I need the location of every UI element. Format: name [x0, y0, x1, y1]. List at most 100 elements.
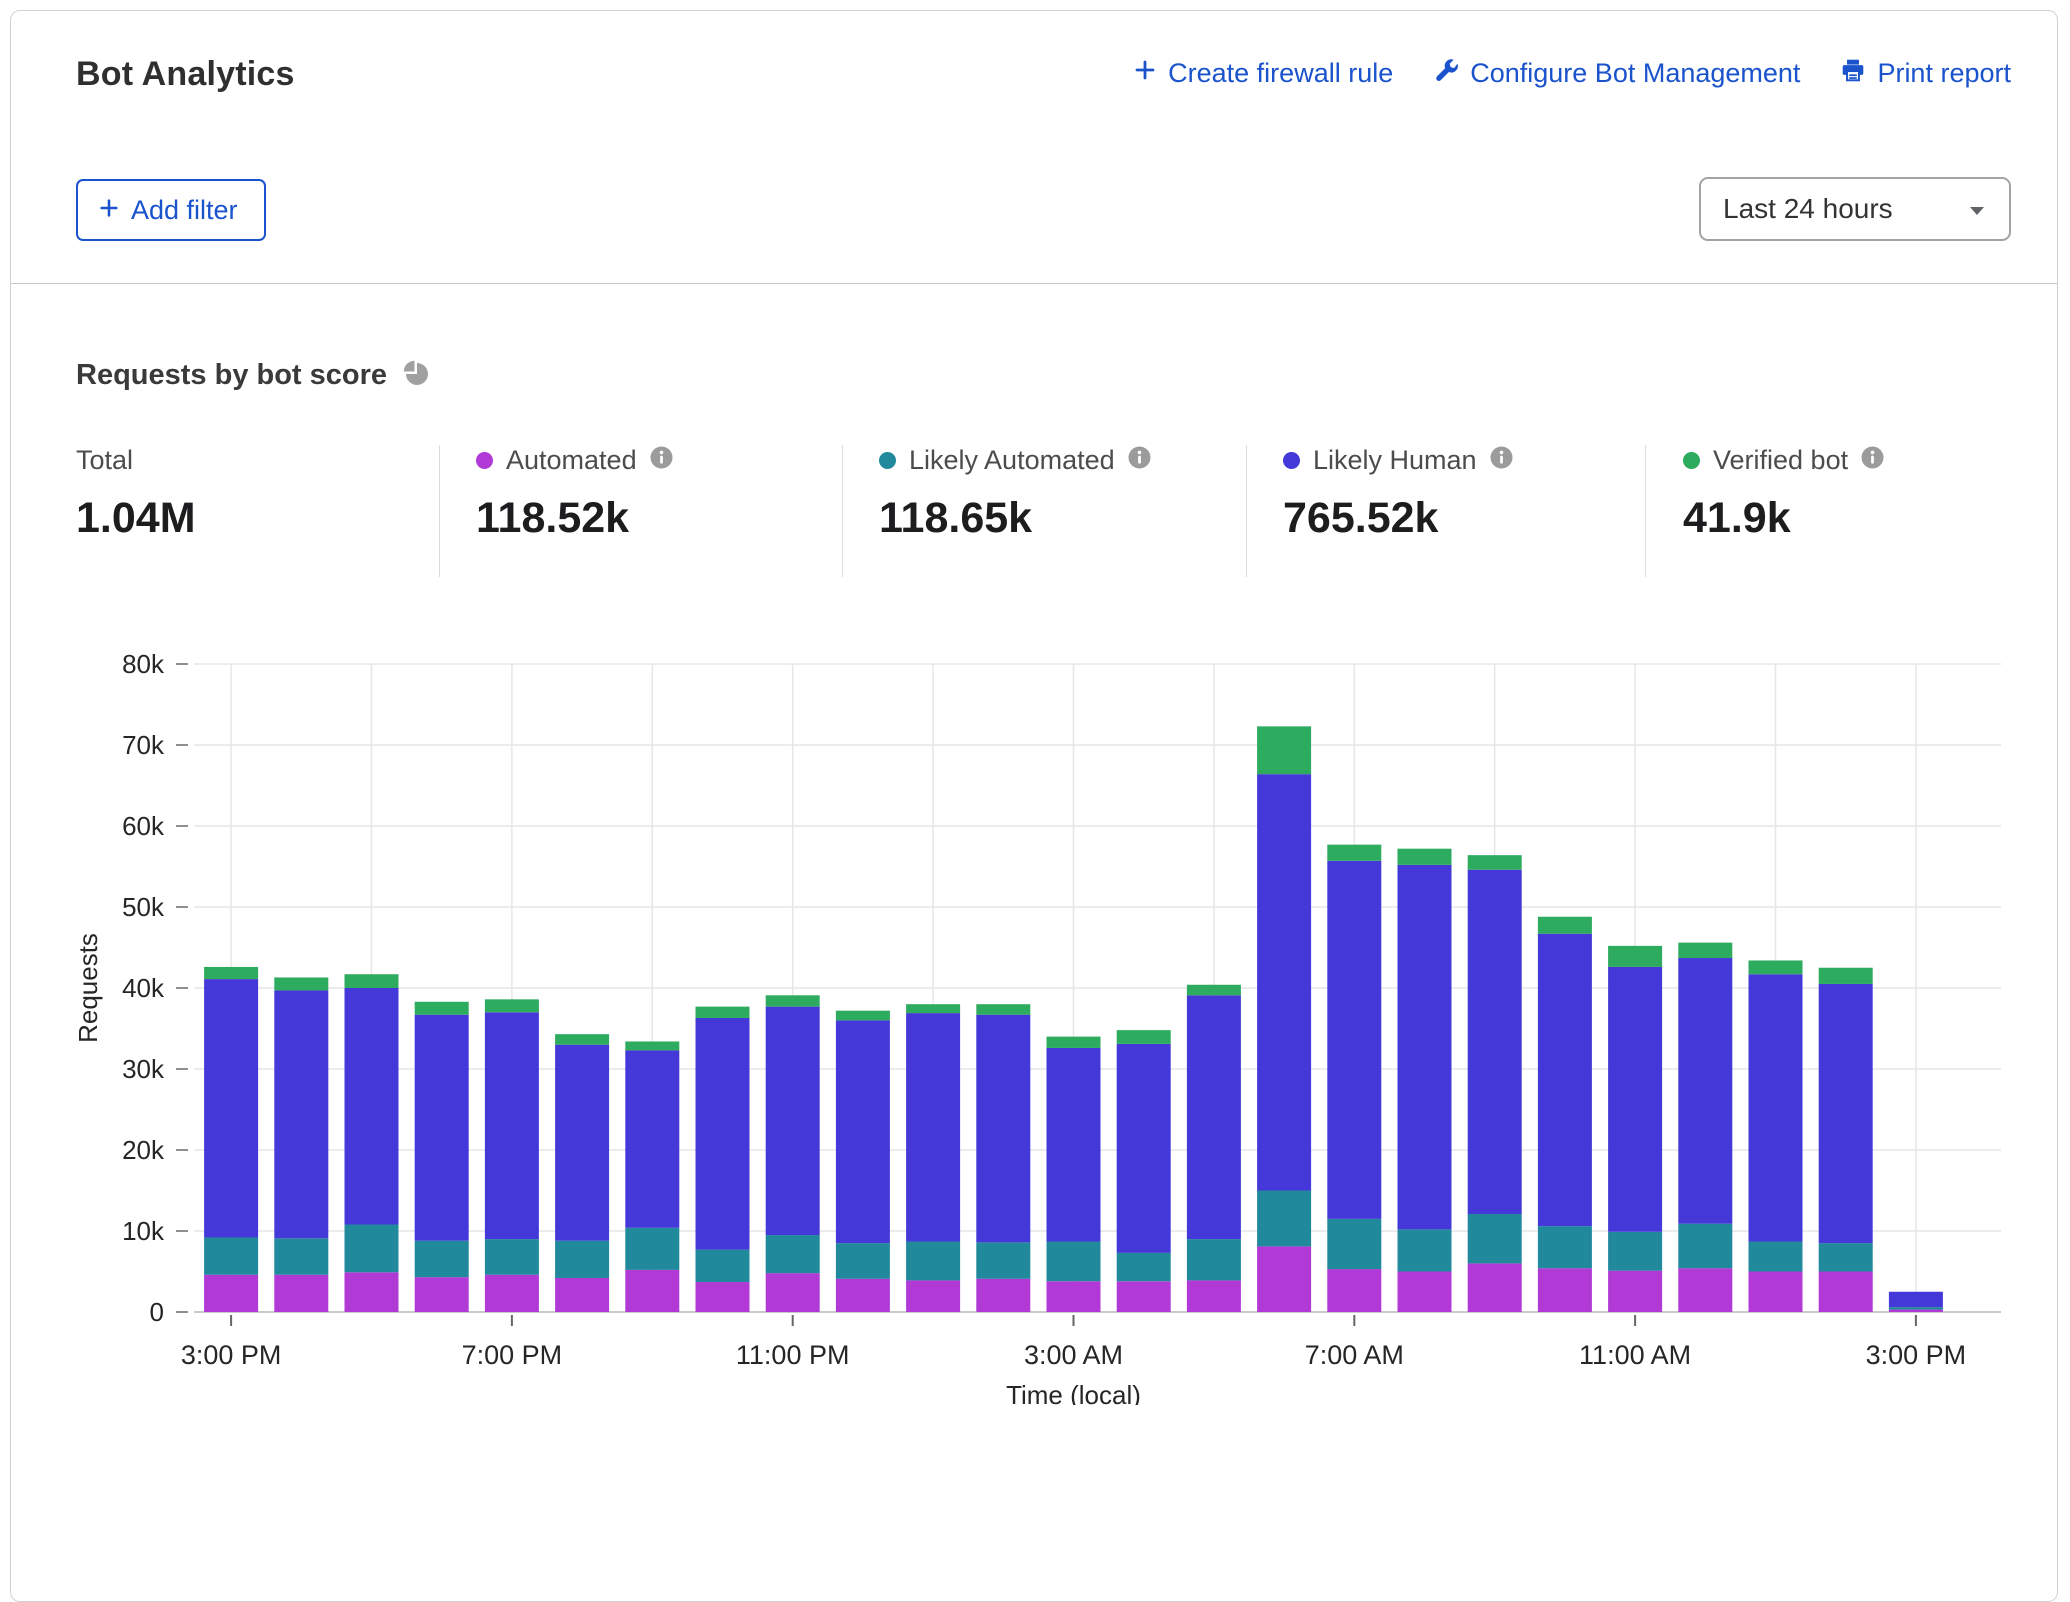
bar-segment[interactable]: [766, 1273, 820, 1312]
bar-segment[interactable]: [485, 1012, 539, 1239]
bar-segment[interactable]: [415, 1015, 469, 1241]
bar-segment[interactable]: [1889, 1307, 1943, 1309]
info-icon[interactable]: [1490, 446, 1513, 474]
bar-segment[interactable]: [1398, 1272, 1452, 1313]
bar-segment[interactable]: [1749, 1272, 1803, 1313]
bar-segment[interactable]: [696, 1250, 750, 1282]
bar-segment[interactable]: [415, 1277, 469, 1312]
requests-by-bot-score-chart[interactable]: 010k20k30k40k50k60k70k80k3:00 PM7:00 PM1…: [51, 641, 2001, 1405]
bar-segment[interactable]: [1117, 1253, 1171, 1281]
bar-segment[interactable]: [906, 1013, 960, 1241]
bar-segment[interactable]: [1819, 968, 1873, 984]
bar-segment[interactable]: [1608, 1271, 1662, 1312]
bar-segment[interactable]: [274, 1275, 328, 1312]
bar-segment[interactable]: [1327, 1269, 1381, 1312]
bar-segment[interactable]: [1678, 943, 1732, 958]
bar-segment[interactable]: [1749, 960, 1803, 974]
bar-segment[interactable]: [345, 988, 399, 1225]
time-range-select[interactable]: Last 24 hours: [1699, 177, 2011, 241]
bar-segment[interactable]: [345, 1272, 399, 1312]
bar-segment[interactable]: [625, 1041, 679, 1050]
bar-segment[interactable]: [1117, 1044, 1171, 1253]
bar-segment[interactable]: [345, 974, 399, 988]
bar-segment[interactable]: [204, 979, 258, 1237]
bar-segment[interactable]: [906, 1242, 960, 1281]
bar-segment[interactable]: [555, 1278, 609, 1312]
bar-segment[interactable]: [1538, 917, 1592, 934]
bar-segment[interactable]: [1047, 1281, 1101, 1312]
bar-segment[interactable]: [1678, 1268, 1732, 1312]
bar-segment[interactable]: [274, 977, 328, 990]
bar-segment[interactable]: [1538, 934, 1592, 1226]
bar-segment[interactable]: [1608, 1232, 1662, 1271]
bar-segment[interactable]: [204, 967, 258, 979]
bar-segment[interactable]: [766, 1235, 820, 1273]
bar-segment[interactable]: [1468, 1214, 1522, 1263]
bar-segment[interactable]: [555, 1034, 609, 1045]
bar-segment[interactable]: [1187, 1280, 1241, 1312]
bar-segment[interactable]: [1257, 1191, 1311, 1247]
bar-segment[interactable]: [1257, 1246, 1311, 1312]
bar-segment[interactable]: [766, 995, 820, 1006]
bar-segment[interactable]: [1257, 774, 1311, 1190]
bar-segment[interactable]: [485, 999, 539, 1012]
bar-segment[interactable]: [555, 1045, 609, 1241]
bar-segment[interactable]: [204, 1275, 258, 1312]
bar-segment[interactable]: [1889, 1310, 1943, 1312]
bar-segment[interactable]: [415, 1241, 469, 1277]
info-icon[interactable]: [1128, 446, 1151, 474]
bar-segment[interactable]: [625, 1228, 679, 1270]
create-firewall-rule-link[interactable]: Create firewall rule: [1133, 58, 1393, 89]
bar-segment[interactable]: [1678, 958, 1732, 1224]
bar-segment[interactable]: [1538, 1226, 1592, 1268]
bar-segment[interactable]: [1117, 1030, 1171, 1044]
bar-segment[interactable]: [1819, 1243, 1873, 1271]
bar-segment[interactable]: [1047, 1048, 1101, 1242]
bar-segment[interactable]: [1047, 1037, 1101, 1048]
bar-segment[interactable]: [1187, 995, 1241, 1239]
configure-bot-management-link[interactable]: Configure Bot Management: [1433, 57, 1800, 90]
bar-segment[interactable]: [274, 1238, 328, 1274]
bar-segment[interactable]: [696, 1007, 750, 1018]
bar-segment[interactable]: [625, 1270, 679, 1312]
bar-segment[interactable]: [1047, 1242, 1101, 1282]
bar-segment[interactable]: [1538, 1268, 1592, 1312]
info-icon[interactable]: [650, 446, 673, 474]
bar-segment[interactable]: [836, 1020, 890, 1243]
bar-segment[interactable]: [1608, 946, 1662, 967]
bar-segment[interactable]: [976, 1004, 1030, 1015]
bar-segment[interactable]: [1468, 1263, 1522, 1312]
bar-segment[interactable]: [696, 1282, 750, 1312]
bar-segment[interactable]: [1468, 870, 1522, 1214]
bar-segment[interactable]: [836, 1243, 890, 1279]
bar-segment[interactable]: [485, 1275, 539, 1312]
bar-segment[interactable]: [274, 990, 328, 1238]
bar-segment[interactable]: [1678, 1224, 1732, 1269]
print-report-link[interactable]: Print report: [1840, 57, 2011, 90]
bar-segment[interactable]: [1327, 861, 1381, 1219]
bar-segment[interactable]: [1327, 845, 1381, 861]
bar-segment[interactable]: [625, 1050, 679, 1227]
bar-segment[interactable]: [485, 1239, 539, 1275]
bar-segment[interactable]: [1398, 849, 1452, 865]
add-filter-button[interactable]: Add filter: [76, 179, 266, 241]
bar-segment[interactable]: [1468, 855, 1522, 870]
bar-segment[interactable]: [204, 1237, 258, 1274]
bar-segment[interactable]: [906, 1004, 960, 1013]
bar-segment[interactable]: [1749, 1242, 1803, 1272]
bar-segment[interactable]: [1257, 726, 1311, 774]
bar-segment[interactable]: [1398, 865, 1452, 1230]
bar-segment[interactable]: [1398, 1229, 1452, 1271]
bar-segment[interactable]: [1187, 985, 1241, 996]
bar-segment[interactable]: [1327, 1219, 1381, 1269]
bar-segment[interactable]: [1819, 1272, 1873, 1313]
bar-segment[interactable]: [696, 1018, 750, 1250]
bar-segment[interactable]: [906, 1280, 960, 1312]
bar-segment[interactable]: [976, 1279, 1030, 1312]
bar-segment[interactable]: [1889, 1292, 1943, 1307]
bar-segment[interactable]: [1117, 1281, 1171, 1312]
bar-segment[interactable]: [345, 1225, 399, 1273]
bar-segment[interactable]: [415, 1002, 469, 1015]
bar-segment[interactable]: [836, 1011, 890, 1021]
bar-segment[interactable]: [976, 1015, 1030, 1243]
